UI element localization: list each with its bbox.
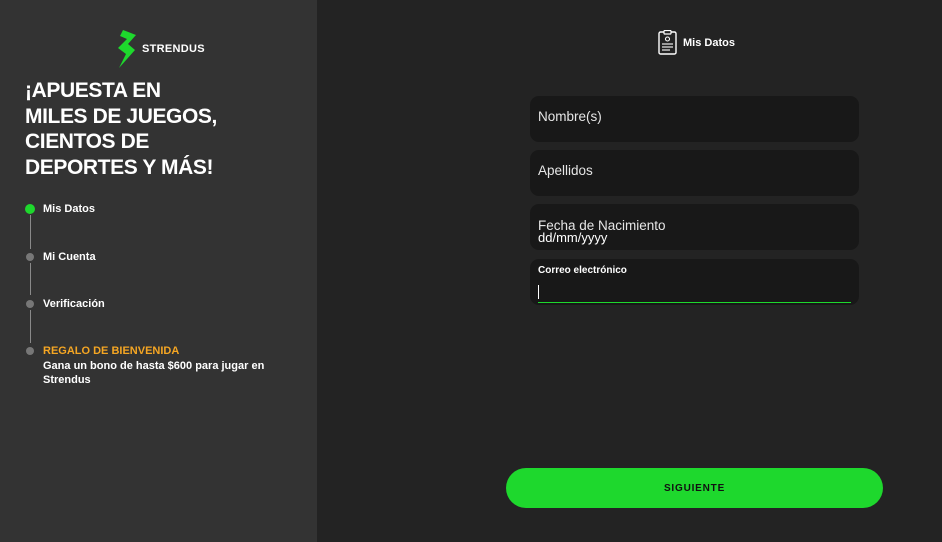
step-label: Verificación [43,298,105,310]
current-step-header: Mis Datos [658,30,735,55]
headline-line: CIENTOS DE [25,130,149,153]
last-name-label: Apellidos [538,163,593,178]
step-connector [29,215,31,249]
brand-logo: STRENDUS [116,30,205,68]
promo-headline: ¡APUESTA EN MILES DE JUEGOS, CIENTOS DE … [25,78,305,180]
email-field[interactable]: Correo electrónico [530,259,859,305]
bonus-indicator [26,347,34,355]
step-pending-indicator [26,253,34,261]
headline-line: MILES DE JUEGOS, [25,104,217,128]
bonus-text: Gana un bono de hasta $600 para jugar en… [43,360,265,386]
text-cursor [538,285,539,299]
step-pending-indicator [26,300,34,308]
first-name-field[interactable]: Nombre(s) [530,96,859,142]
step-label: Mis Datos [43,203,95,215]
strendus-bolt-icon [118,30,136,68]
step-active-indicator [25,204,35,214]
first-name-label: Nombre(s) [538,109,602,124]
current-step-label: Mis Datos [683,36,735,49]
email-label: Correo electrónico [538,265,627,276]
brand-name: STRENDUS [142,43,205,55]
birth-date-field[interactable]: Fecha de Nacimiento dd/mm/yyyy [530,204,859,250]
bonus-title: REGALO DE BIENVENIDA [43,345,180,357]
next-button[interactable]: SIGUIENTE [506,468,883,508]
headline-line: ¡APUESTA EN [25,79,161,102]
headline-line: DEPORTES Y MÁS! [25,155,214,179]
focus-underline [538,302,851,303]
form-document-icon [658,30,677,55]
sidebar-panel: STRENDUS ¡APUESTA EN MILES DE JUEGOS, CI… [0,0,317,542]
step-connector [29,310,31,343]
step-label: Mi Cuenta [43,251,96,263]
step-connector [29,263,31,295]
birth-date-placeholder: dd/mm/yyyy [538,230,608,245]
last-name-field[interactable]: Apellidos [530,150,859,196]
